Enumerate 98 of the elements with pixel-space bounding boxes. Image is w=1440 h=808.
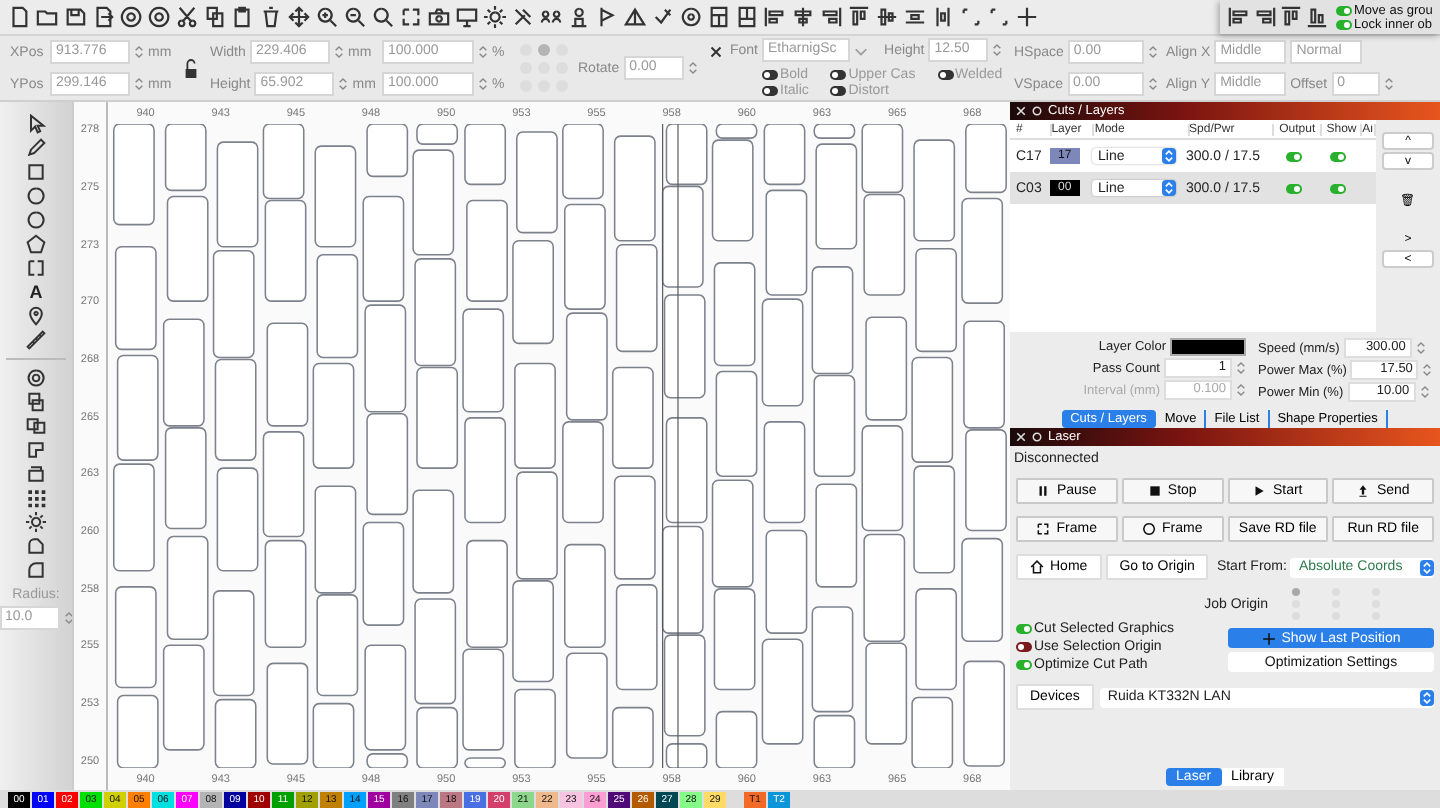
align-left-icon[interactable]: [764, 6, 786, 28]
move-icon[interactable]: [288, 6, 310, 28]
stepper-button[interactable]: [1147, 74, 1158, 94]
checkmark-icon[interactable]: [652, 6, 674, 28]
align-left-icon[interactable]: [1228, 6, 1250, 28]
monitor-icon[interactable]: [456, 6, 478, 28]
align-right-icon[interactable]: [820, 6, 842, 28]
stepper-button[interactable]: [478, 74, 488, 94]
stepper-button[interactable]: [1147, 42, 1158, 62]
gear-icon[interactable]: [484, 6, 506, 28]
copy-icon[interactable]: [204, 6, 226, 28]
upload-icon: [1356, 484, 1371, 498]
stepper-button[interactable]: [1236, 358, 1246, 378]
toggle-switch[interactable]: [830, 85, 847, 96]
zoom-in-icon[interactable]: [316, 6, 338, 28]
cursor-icon[interactable]: [26, 114, 46, 134]
file-export-icon[interactable]: [92, 6, 114, 28]
align-middle-icon[interactable]: [876, 6, 898, 28]
toggle-switch[interactable]: [762, 69, 778, 80]
stop-icon: [1147, 484, 1162, 498]
stepper-button[interactable]: [478, 42, 488, 62]
file-icon[interactable]: [8, 6, 30, 28]
crosshair-icon[interactable]: [1016, 6, 1038, 28]
stacked-boxes-icon[interactable]: [26, 464, 46, 484]
square-icon[interactable]: [26, 162, 46, 182]
float-icon[interactable]: [1032, 432, 1042, 442]
checkbox-toggle[interactable]: [1016, 660, 1032, 670]
camera-icon[interactable]: [428, 6, 450, 28]
align-bottom-icon[interactable]: [1306, 6, 1328, 28]
radio-button[interactable]: [538, 44, 550, 56]
stepper-button[interactable]: [1415, 338, 1426, 358]
output-toggle[interactable]: [1286, 151, 1302, 161]
color-swatch[interactable]: [1170, 338, 1246, 356]
align-top-icon[interactable]: [1280, 6, 1302, 28]
stepper-button[interactable]: [334, 42, 344, 62]
padlock-icon[interactable]: [182, 57, 200, 79]
flag-icon[interactable]: [596, 6, 618, 28]
target-icon[interactable]: [680, 6, 702, 28]
stepper-button[interactable]: [134, 74, 144, 94]
people-icon[interactable]: [540, 6, 562, 28]
distribute-icon[interactable]: [932, 6, 954, 28]
overlap-squares-icon[interactable]: [26, 416, 46, 436]
triangle-icon[interactable]: [624, 6, 646, 28]
radio-button[interactable]: [1292, 588, 1300, 596]
stepper-button[interactable]: [1236, 380, 1246, 400]
person-icon[interactable]: [568, 6, 590, 28]
folder-icon[interactable]: [36, 6, 58, 28]
pause-icon: [1036, 484, 1051, 498]
crosshair-icon: [1261, 631, 1276, 645]
updown-arrows-icon: [1420, 559, 1434, 575]
pentagon-icon[interactable]: [26, 234, 46, 254]
home-icon: [1030, 560, 1044, 574]
stepper-button[interactable]: [338, 74, 349, 94]
toggle-switch[interactable]: [830, 69, 847, 80]
align-right-icon[interactable]: [1254, 6, 1276, 28]
sun-icon[interactable]: [26, 512, 46, 532]
updown-arrows-icon: [1162, 180, 1176, 196]
pen-icon[interactable]: [26, 138, 46, 158]
dashed-frame-icon: [1036, 522, 1051, 536]
layout-icon[interactable]: [736, 6, 758, 28]
dot-grid-icon[interactable]: [26, 488, 46, 508]
layout-icon[interactable]: [708, 6, 730, 28]
align-center-icon[interactable]: [792, 6, 814, 28]
updown-arrows-icon: [1162, 148, 1176, 164]
zoom-out-icon[interactable]: [344, 6, 366, 28]
updown-arrows-icon: [1420, 689, 1434, 705]
float-icon[interactable]: [1032, 106, 1042, 116]
stepper-button[interactable]: [134, 42, 144, 62]
text-tool[interactable]: A: [29, 282, 43, 302]
play-icon: [1252, 484, 1267, 498]
scissors-icon[interactable]: [176, 6, 198, 28]
stepper-button[interactable]: [992, 40, 1003, 61]
overlap-squares-icon[interactable]: [26, 392, 46, 412]
toggle-switch[interactable]: [937, 69, 954, 80]
trash-icon[interactable]: [260, 6, 282, 28]
corner-marks-icon[interactable]: [960, 6, 982, 28]
pin-icon[interactable]: [26, 306, 46, 326]
show-toggle[interactable]: [1329, 151, 1345, 161]
corner-marks-icon[interactable]: [988, 6, 1010, 28]
dashed-frame-icon[interactable]: [400, 6, 422, 28]
toggle-switch[interactable]: [1336, 19, 1352, 29]
stepper-button[interactable]: [1419, 382, 1430, 402]
checkbox-toggle[interactable]: [1016, 624, 1032, 634]
align-top-icon[interactable]: [848, 6, 870, 28]
show-toggle[interactable]: [1329, 183, 1345, 193]
checkbox-toggle[interactable]: [1016, 642, 1032, 652]
close-icon[interactable]: [710, 46, 722, 58]
toggle-switch[interactable]: [1336, 5, 1352, 15]
paste-icon[interactable]: [232, 6, 254, 28]
distribute-icon[interactable]: [904, 6, 926, 28]
magnifier-icon[interactable]: [372, 6, 394, 28]
stepper-button[interactable]: [687, 58, 698, 78]
output-toggle[interactable]: [1286, 183, 1302, 193]
toggle-switch[interactable]: [762, 85, 778, 96]
ruler-icon[interactable]: [26, 330, 46, 350]
cut-corner-icon[interactable]: [26, 440, 46, 460]
stepper-button[interactable]: [1422, 360, 1433, 380]
stepper-button[interactable]: [1383, 74, 1394, 94]
